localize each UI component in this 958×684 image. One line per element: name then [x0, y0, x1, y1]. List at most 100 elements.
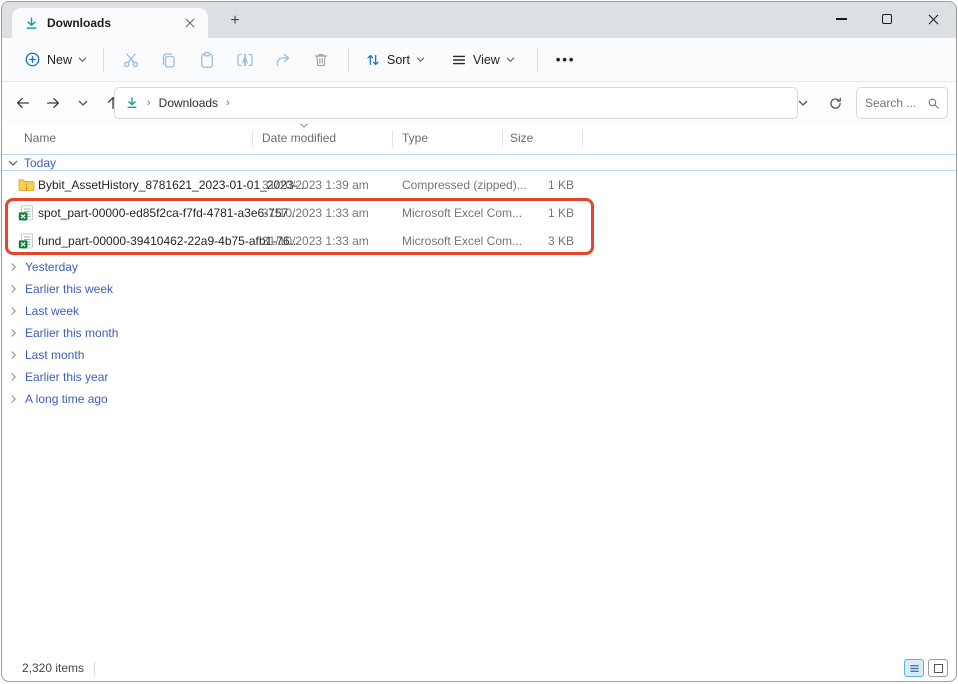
share-button[interactable] [264, 45, 302, 75]
group-label: Earlier this year [25, 370, 108, 384]
file-row-zip[interactable]: Bybit_AssetHistory_8781621_2023-01-01_20… [2, 171, 956, 199]
large-icons-view-icon [934, 664, 943, 673]
chevron-right-icon [10, 372, 17, 382]
excel-file-icon [18, 233, 34, 249]
details-view-icon [909, 663, 920, 674]
maximize-button[interactable] [864, 2, 910, 36]
chevron-right-icon [10, 328, 17, 338]
chevron-down-icon [78, 99, 88, 107]
group-header-earlier-this-month[interactable]: Earlier this month [2, 322, 956, 344]
group-header-a-long-time-ago[interactable]: A long time ago [2, 388, 956, 410]
paste-button[interactable] [188, 45, 226, 75]
breadcrumb-downloads[interactable]: Downloads [159, 96, 218, 110]
file-name: spot_part-00000-ed85f2ca-f7fd-4781-a3e6-… [38, 206, 298, 220]
column-divider[interactable] [252, 130, 253, 148]
new-button[interactable]: New [16, 45, 95, 74]
scissors-icon [122, 51, 140, 69]
chevron-right-icon [10, 350, 17, 360]
group-label: Earlier this month [25, 326, 118, 340]
file-date: 31/10/2023 1:33 am [262, 206, 369, 220]
minimize-button[interactable] [818, 2, 864, 36]
sort-direction-icon [299, 122, 309, 129]
close-icon [928, 14, 939, 25]
group-label: A long time ago [25, 392, 108, 406]
list-lines-icon [451, 52, 467, 68]
copy-icon [160, 51, 178, 69]
status-separator [94, 662, 95, 675]
items-count: 2,320 items [22, 661, 84, 675]
delete-button[interactable] [302, 45, 340, 75]
new-tab-button[interactable]: + [224, 10, 246, 32]
excel-file-icon [18, 205, 34, 221]
status-bar: 2,320 items [2, 655, 956, 681]
download-icon [125, 96, 139, 110]
view-toggles [904, 659, 948, 677]
file-row-fund[interactable]: fund_part-00000-39410462-22a9-4b75-afb1-… [2, 227, 956, 255]
file-size: 3 KB [502, 234, 574, 248]
chevron-right-icon [10, 394, 17, 404]
view-button[interactable]: View [443, 46, 523, 74]
toolbar-separator [348, 48, 349, 72]
tab-downloads[interactable]: Downloads [12, 8, 208, 38]
breadcrumb-separator: › [226, 97, 230, 109]
column-header-size[interactable]: Size [510, 131, 533, 145]
cut-button[interactable] [112, 45, 150, 75]
close-button[interactable] [910, 2, 956, 36]
tab-close-icon[interactable] [180, 13, 200, 33]
column-header-date-modified[interactable]: Date modified [262, 131, 336, 145]
address-bar[interactable]: › Downloads › [114, 87, 798, 119]
column-divider[interactable] [502, 130, 503, 148]
trash-icon [312, 51, 330, 69]
file-date: 31/10/2023 1:33 am [262, 234, 369, 248]
window-controls [818, 2, 956, 36]
more-options-button[interactable]: ••• [556, 52, 576, 67]
chevron-right-icon [10, 284, 17, 294]
group-header-earlier-this-year[interactable]: Earlier this year [2, 366, 956, 388]
maximize-icon [882, 14, 892, 24]
forward-button[interactable] [40, 90, 66, 116]
chevron-right-icon [10, 306, 17, 316]
rename-icon [236, 51, 254, 69]
file-explorer-window: Downloads + New [1, 1, 957, 682]
column-header-name[interactable]: Name [24, 131, 56, 145]
search-input[interactable] [865, 96, 923, 110]
group-header-today[interactable]: Today [2, 154, 956, 171]
back-arrow-icon [15, 95, 31, 111]
navigation-buttons [2, 90, 126, 116]
column-header-type[interactable]: Type [402, 131, 428, 145]
address-dropdown-button[interactable] [790, 90, 816, 116]
sort-button[interactable]: Sort [357, 46, 433, 74]
column-divider[interactable] [582, 130, 583, 148]
chevron-right-icon [10, 262, 17, 272]
refresh-button[interactable] [822, 90, 848, 116]
refresh-icon [828, 96, 843, 111]
file-size: 1 KB [502, 206, 574, 220]
file-name: fund_part-00000-39410462-22a9-4b75-afb1-… [38, 234, 300, 248]
group-label: Last week [25, 304, 79, 318]
group-header-yesterday[interactable]: Yesterday [2, 256, 956, 278]
file-row-spot[interactable]: spot_part-00000-ed85f2ca-f7fd-4781-a3e6-… [2, 199, 956, 227]
group-header-earlier-this-week[interactable]: Earlier this week [2, 278, 956, 300]
search-icon [927, 97, 940, 110]
column-divider[interactable] [392, 130, 393, 148]
large-icons-view-button[interactable] [928, 659, 948, 677]
address-tools [790, 87, 848, 119]
rename-button[interactable] [226, 45, 264, 75]
tab-bar: Downloads + [2, 2, 956, 38]
recent-locations-button[interactable] [70, 90, 96, 116]
group-header-last-month[interactable]: Last month [2, 344, 956, 366]
group-label: Last month [25, 348, 84, 362]
chevron-down-icon [506, 56, 515, 63]
zip-folder-icon [18, 177, 35, 192]
breadcrumb-separator: › [147, 97, 151, 109]
group-label: Yesterday [25, 260, 78, 274]
search-box[interactable] [856, 87, 948, 119]
tab-label: Downloads [47, 16, 172, 30]
copy-button[interactable] [150, 45, 188, 75]
details-view-button[interactable] [904, 659, 924, 677]
toolbar-separator [103, 48, 104, 72]
new-button-label: New [47, 53, 72, 67]
group-label-today: Today [24, 156, 56, 170]
group-header-last-week[interactable]: Last week [2, 300, 956, 322]
back-button[interactable] [10, 90, 36, 116]
